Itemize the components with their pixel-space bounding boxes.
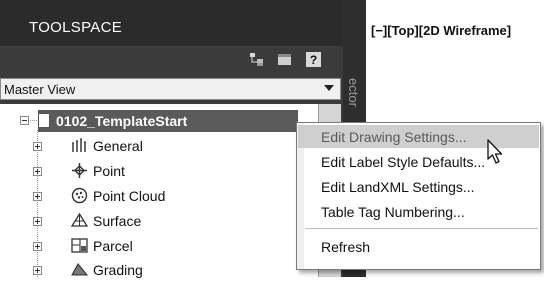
menu-item-refresh[interactable]: Refresh [298, 235, 539, 258]
tree-connector [30, 120, 37, 121]
view-select-value: Master View [4, 82, 76, 97]
grading-icon [71, 263, 88, 276]
tree-item-parcel[interactable]: Parcel [71, 235, 271, 257]
tree-root-label: 0102_TemplateStart [56, 113, 188, 129]
tree-icon[interactable] [249, 52, 264, 67]
menu-item-table-tag-numbering[interactable]: Table Tag Numbering... [298, 200, 539, 223]
collapse-icon[interactable] [20, 116, 29, 125]
chevron-down-icon[interactable] [324, 85, 334, 91]
menu-item-label: Table Tag Numbering... [321, 204, 465, 220]
expand-icon[interactable] [33, 242, 42, 251]
parcel-icon [71, 238, 88, 253]
view-select[interactable]: Master View [0, 78, 341, 100]
tree-item-label: Grading [93, 262, 143, 278]
palette-title: TOOLSPACE [29, 19, 123, 36]
tree-item-label: Point [93, 163, 125, 179]
point-cloud-icon [71, 187, 88, 204]
menu-separator [305, 228, 538, 229]
tree-item-label: Parcel [93, 238, 133, 254]
panel-icon[interactable] [277, 52, 292, 67]
menu-item-edit-landxml-settings[interactable]: Edit LandXML Settings... [298, 175, 539, 198]
tree-item-point-cloud[interactable]: Point Cloud [71, 185, 271, 207]
expand-icon[interactable] [33, 266, 42, 275]
general-icon [72, 138, 86, 152]
expand-icon[interactable] [33, 192, 42, 201]
menu-item-label: Edit Label Style Defaults... [321, 154, 486, 170]
menu-item-label: Refresh [321, 239, 371, 255]
expand-icon[interactable] [33, 167, 42, 176]
tree-item-label: Point Cloud [93, 188, 166, 204]
side-tab-prospector[interactable]: ector [346, 78, 361, 107]
mouse-cursor-icon [487, 139, 503, 164]
tree-item-grading[interactable]: Grading [71, 259, 271, 281]
tree-item-point[interactable]: Point [71, 160, 271, 182]
menu-item-label: Edit LandXML Settings... [321, 179, 475, 195]
help-icon[interactable]: ? [306, 52, 321, 67]
viewport-controls-label[interactable]: [−][Top][2D Wireframe] [371, 23, 511, 38]
palette-title-bar[interactable]: TOOLSPACE [0, 0, 343, 46]
tree-item-general[interactable]: General [71, 135, 271, 157]
tree-connector [37, 130, 38, 277]
drawing-icon [38, 113, 50, 128]
tree-item-label: General [93, 138, 143, 154]
surface-icon [71, 212, 88, 227]
help-label: ? [310, 53, 317, 67]
point-icon [72, 163, 87, 178]
tree-item-surface[interactable]: Surface [71, 210, 271, 232]
expand-icon[interactable] [33, 142, 42, 151]
menu-item-label: Edit Drawing Settings... [321, 129, 467, 145]
expand-icon[interactable] [33, 217, 42, 226]
tree-item-label: Surface [93, 213, 142, 229]
